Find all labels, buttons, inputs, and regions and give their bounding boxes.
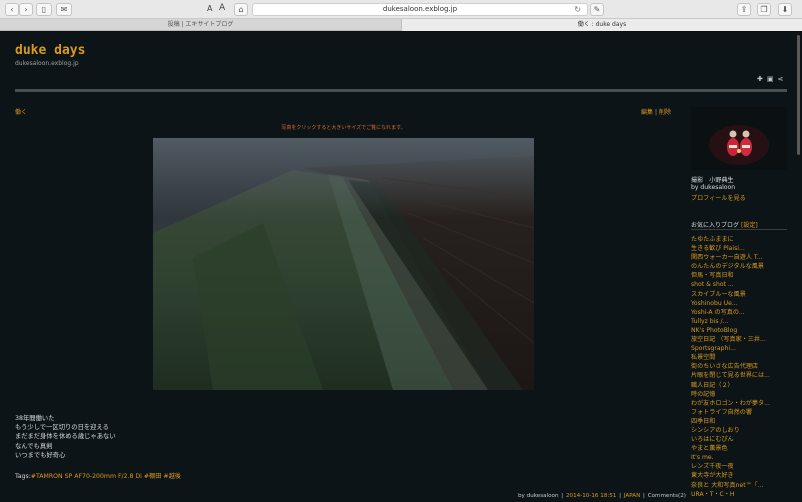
favorite-blog-link[interactable]: 奈良と 大和写真net™「... bbox=[691, 481, 770, 490]
post-footer: by dukesaloon | 2014-10-16 18:51 | JAPAN… bbox=[518, 493, 686, 499]
favorite-blog-link[interactable]: shot & shot ... bbox=[691, 280, 770, 289]
header-icons: ✚▣⋖ bbox=[757, 75, 787, 83]
favorite-blog-link[interactable]: たゆたふままに bbox=[691, 235, 770, 244]
favorite-blog-link[interactable]: レンズ千夜一夜 bbox=[691, 462, 770, 471]
favorite-blog-link[interactable]: It's me. bbox=[691, 453, 770, 462]
blog-url: dukesaloon.exblog.jp bbox=[15, 60, 79, 67]
post-title[interactable]: 働く bbox=[15, 107, 27, 116]
annotate-button[interactable]: ✎ bbox=[590, 3, 604, 16]
favorite-blog-link[interactable]: やまと薫景色 bbox=[691, 444, 770, 453]
favorite-blog-link[interactable]: 生きる歓び Plaisi... bbox=[691, 244, 770, 253]
share-button[interactable]: ⇪ bbox=[737, 3, 751, 16]
comments-link[interactable]: Comments(2) bbox=[648, 493, 686, 499]
share-icon[interactable]: ⋖ bbox=[778, 75, 788, 83]
home-button[interactable]: ⌂ bbox=[234, 3, 248, 16]
edit-link[interactable]: 編集 bbox=[641, 109, 653, 116]
body-line: いつまでも好奇心 bbox=[15, 451, 66, 459]
favorite-blog-link[interactable]: Yoshinobu Ue... bbox=[691, 299, 770, 308]
forward-button[interactable]: › bbox=[19, 3, 33, 16]
font-size-large-button[interactable]: A bbox=[219, 3, 225, 13]
header-divider bbox=[15, 89, 787, 92]
favorite-blog-link[interactable]: 片眼を閉じて見る世界には... bbox=[691, 371, 770, 380]
reload-icon[interactable]: ↻ bbox=[574, 4, 581, 15]
post-photo[interactable] bbox=[153, 138, 534, 390]
favorite-blog-link[interactable]: 但馬・写真日和 bbox=[691, 271, 770, 280]
tab-label: 働く : duke days bbox=[577, 21, 627, 28]
photographer-credit: 撮影 小野典生 bbox=[691, 177, 734, 184]
profile-image[interactable] bbox=[691, 107, 787, 170]
tab-post[interactable]: 投稿 | エキサイトブログ bbox=[0, 19, 401, 31]
browser-toolbar: ‹ › ▯ ✉ ⌂ A A dukesaloon.exblog.jp ↻ ✎ ⇪… bbox=[0, 0, 802, 19]
foggy-field-image bbox=[153, 138, 534, 390]
favorite-blog-link[interactable]: 関西ウォーカー自遊人 T... bbox=[691, 253, 770, 262]
blog-title[interactable]: duke days bbox=[15, 43, 85, 58]
rss-icon[interactable]: ▣ bbox=[767, 75, 778, 83]
tag-link[interactable]: #TAMRON SP AF70-200mm F/2.8 Di bbox=[31, 473, 142, 480]
photo-hint: 写真をクリックすると大きいサイズでご覧になれます。 bbox=[281, 125, 406, 131]
favorite-blog-link[interactable]: のんたんのデジタルな風景 bbox=[691, 262, 770, 271]
favorite-blog-link[interactable]: 旅空日記 （写真家・三井... bbox=[691, 335, 770, 344]
favorite-blog-link[interactable]: 街のちいさな広告代理店 bbox=[691, 362, 770, 371]
tag-link[interactable]: #棚田 bbox=[144, 473, 162, 480]
favorite-blog-link[interactable]: Yoshi-A の写真の... bbox=[691, 308, 770, 317]
url-text: dukesaloon.exblog.jp bbox=[382, 5, 458, 13]
favorites-title: お気に入りブログ bbox=[691, 222, 740, 229]
page-scrollbar[interactable] bbox=[797, 35, 800, 155]
tags-label: Tags: bbox=[15, 473, 31, 480]
sidebar-author: by dukesaloon bbox=[691, 184, 736, 191]
back-button[interactable]: ‹ bbox=[5, 3, 19, 16]
favorites-heading: お気に入りブログ [設定] bbox=[691, 220, 758, 229]
favorite-blog-link[interactable]: スカイブルーな風景 bbox=[691, 290, 770, 299]
tab-label: 投稿 | エキサイトブログ bbox=[167, 21, 234, 28]
body-line: なんでも真剣 bbox=[15, 442, 53, 450]
favorite-blog-link[interactable]: 時の記憶 bbox=[691, 390, 770, 399]
favorite-blog-link[interactable]: NK's PhotoBlog bbox=[691, 326, 770, 335]
favorite-blog-link[interactable]: 私景空間 bbox=[691, 353, 770, 362]
sidebar-toggle-button[interactable]: ▯ bbox=[36, 3, 52, 16]
favorite-blog-link[interactable]: いろはにむぴん bbox=[691, 435, 770, 444]
favorites-setting-link[interactable]: [設定] bbox=[741, 222, 758, 229]
tag-link[interactable]: #越後 bbox=[163, 473, 181, 480]
address-bar[interactable]: dukesaloon.exblog.jp ↻ bbox=[252, 3, 588, 16]
tabs-overview-button[interactable]: ❐ bbox=[757, 3, 771, 16]
reader-icon[interactable]: ✉ bbox=[56, 3, 72, 16]
profile-link[interactable]: プロフィールを見る bbox=[691, 193, 746, 202]
favorite-blog-link[interactable]: 四季日和 bbox=[691, 417, 770, 426]
favorites-list: たゆたふままに 生きる歓び Plaisi... 関西ウォーカー自遊人 T... のんた… bbox=[691, 235, 770, 499]
favorite-blog-link[interactable]: わが友ホロゴン・わが夢タ... bbox=[691, 399, 770, 408]
body-line: まだまだ身体を休める歳じゃあない bbox=[15, 433, 116, 441]
blog-page: duke days dukesaloon.exblog.jp ✚▣⋖ 働く 編集… bbox=[0, 32, 802, 502]
post-body: 38年間働いた もう少しで一区切りの日を迎える まだまだ身体を休める歳じゃあない… bbox=[15, 414, 116, 460]
post-actions: 編集 | 削除 bbox=[641, 107, 671, 116]
favorite-blog-link[interactable]: シンシアのしおり bbox=[691, 426, 770, 435]
tab-bar: 投稿 | エキサイトブログ 働く : duke days bbox=[0, 19, 802, 31]
post-tags: Tags:#TAMRON SP AF70-200mm F/2.8 Di #棚田 … bbox=[15, 471, 181, 480]
profile-photo bbox=[691, 107, 787, 170]
body-line: もう少しで一区切りの日を迎える bbox=[15, 424, 109, 432]
delete-link[interactable]: 削除 bbox=[659, 109, 671, 116]
favorite-blog-link[interactable]: Tullyz bis /... bbox=[691, 317, 770, 326]
favorite-blog-link[interactable]: URA・T・C・H bbox=[691, 490, 770, 499]
actions-separator: | bbox=[655, 109, 658, 116]
favorite-blog-link[interactable]: Sportsgraphi... bbox=[691, 344, 770, 353]
favorite-blog-link[interactable]: フォトライフ自然の響 bbox=[691, 408, 770, 417]
favorites-divider bbox=[691, 229, 787, 230]
body-line: 38年間働いた bbox=[15, 415, 55, 422]
author: by dukesaloon bbox=[518, 493, 559, 499]
favorite-blog-link[interactable]: 職人日記（２） bbox=[691, 381, 770, 390]
favorite-blog-link[interactable]: 東大寺が大好き bbox=[691, 471, 770, 480]
downloads-button[interactable]: ⬇ bbox=[778, 3, 792, 16]
post-date-link[interactable]: 2014-10-16 18:51 bbox=[566, 493, 616, 499]
category-link[interactable]: JAPAN bbox=[624, 493, 640, 499]
tab-duke-days[interactable]: 働く : duke days bbox=[401, 19, 802, 31]
favorite-icon[interactable]: ✚ bbox=[757, 75, 767, 83]
font-size-small-button[interactable]: A bbox=[207, 4, 212, 13]
